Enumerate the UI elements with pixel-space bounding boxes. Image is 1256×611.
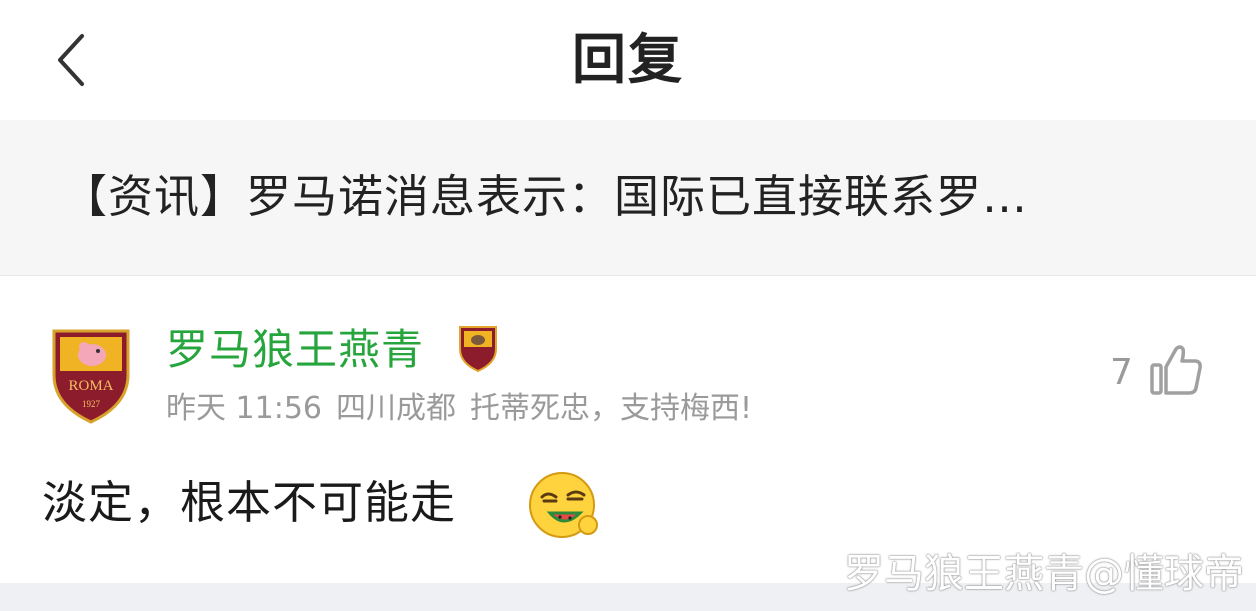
like-count: 7 [1110, 352, 1133, 393]
watermark: 罗马狼王燕青@懂球帝 [844, 551, 1244, 597]
thumbs-up-icon [1150, 345, 1202, 395]
team-badge [458, 325, 498, 373]
article-title: 【资讯】罗马诺消息表示：国际已直接联系罗… [62, 170, 1029, 223]
page-title: 回复 [572, 28, 684, 91]
username[interactable]: 罗马狼王燕青 [166, 323, 424, 377]
user-signature: 托蒂死忠，支持梅西! [470, 391, 753, 426]
as-roma-badge-icon [459, 326, 497, 373]
comment-item: ROMA 1927 罗马狼王燕青 昨天 11:56 四川成都 托蒂死忠，支持梅西! … [0, 277, 1256, 583]
like-button[interactable] [1146, 341, 1204, 399]
article-link[interactable]: 【资讯】罗马诺消息表示：国际已直接联系罗… [0, 120, 1256, 276]
avatar-year: 1927 [82, 399, 101, 409]
top-bar: 回复 [0, 0, 1256, 120]
comment-meta: 昨天 11:56 四川成都 托蒂死忠，支持梅西! [166, 389, 766, 429]
emoji [526, 469, 608, 543]
avatar[interactable]: ROMA 1927 [50, 325, 132, 425]
avatar-text: ROMA [68, 378, 113, 394]
as-roma-crest-icon: ROMA 1927 [52, 329, 130, 424]
comment-location: 四川成都 [336, 391, 456, 426]
eating-watermelon-emoji [529, 472, 598, 538]
comment-text: 淡定，根本不可能走 [42, 476, 457, 529]
comment-time: 昨天 11:56 [166, 391, 322, 426]
